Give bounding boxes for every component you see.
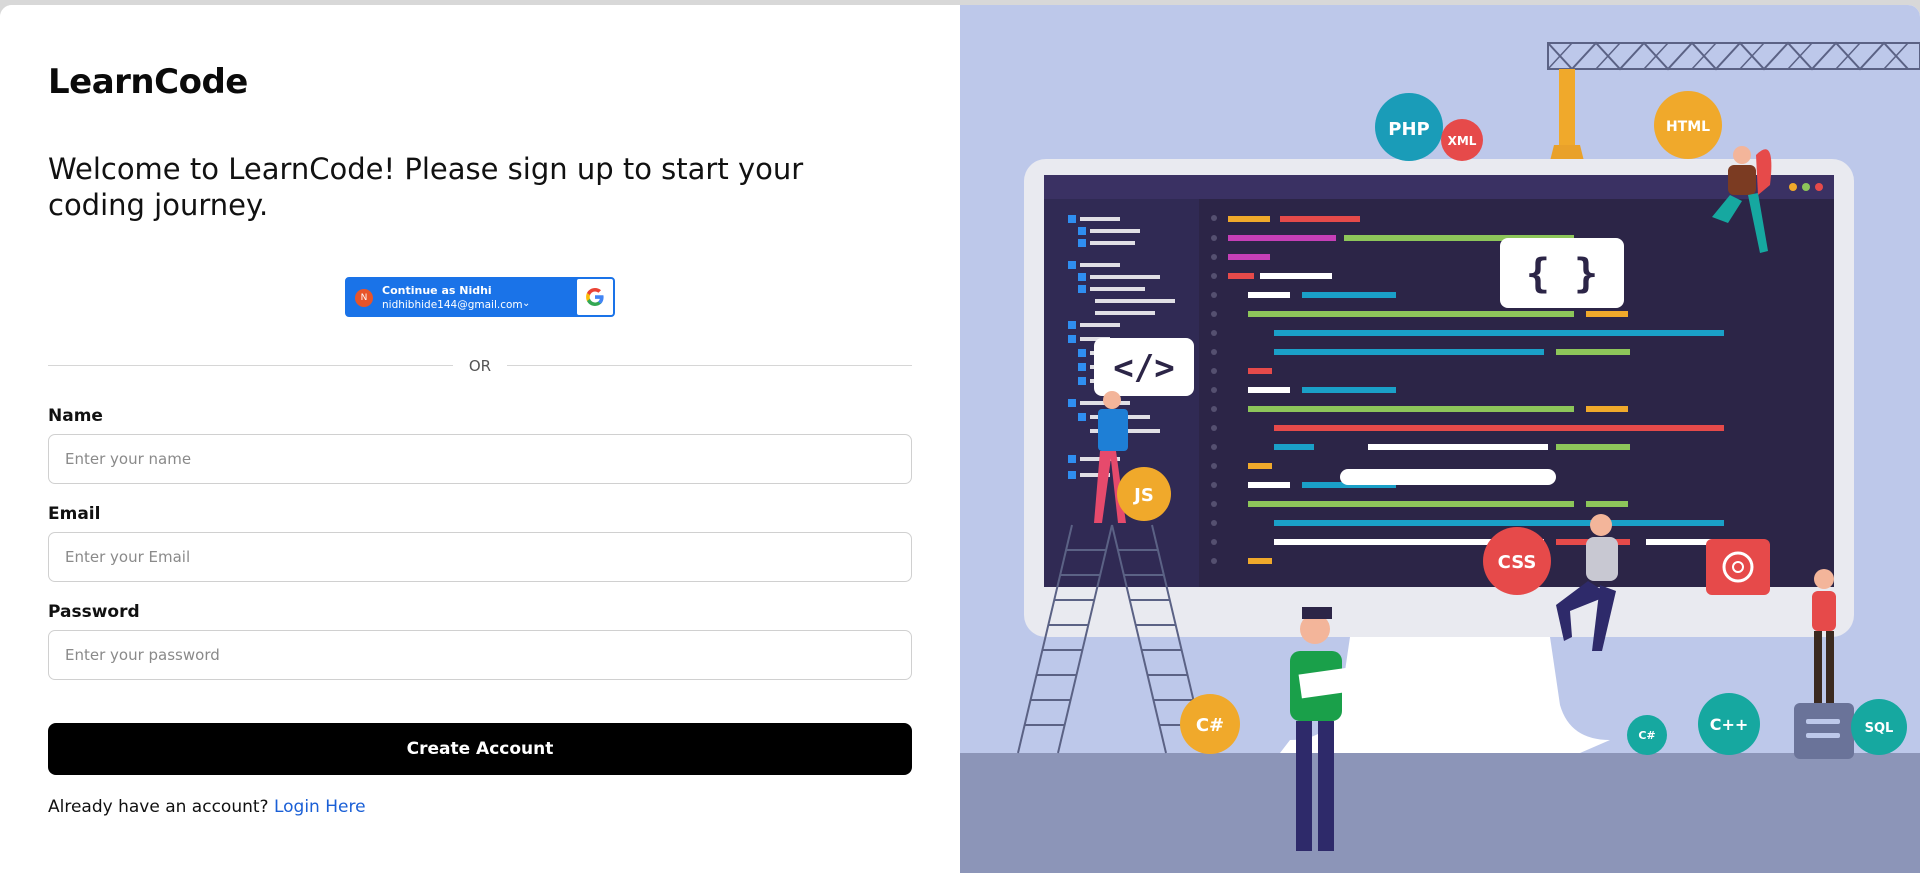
login-prompt: Already have an account? Login Here: [48, 797, 366, 817]
or-label: OR: [468, 357, 492, 375]
code-tag-label: </>: [1113, 348, 1174, 388]
password-label: Password: [48, 602, 140, 622]
badge-csharp-small: C#: [1638, 729, 1655, 742]
create-account-button[interactable]: Create Account: [48, 723, 912, 775]
badge-html: HTML: [1666, 119, 1710, 135]
google-logo-icon: [577, 279, 613, 315]
avatar: N: [355, 289, 373, 307]
or-divider: OR: [48, 356, 912, 376]
app-window: LearnCode Welcome to LearnCode! Please s…: [0, 5, 1920, 873]
page-title: Welcome to LearnCode! Please sign up to …: [48, 152, 804, 222]
badge-js: JS: [1132, 485, 1154, 506]
badge-sql: SQL: [1865, 721, 1894, 736]
illustration-panel: { } </> PHP XML HTML JS CSS C# C# C++ SQ…: [960, 5, 1920, 873]
email-label: Email: [48, 504, 101, 524]
password-input[interactable]: [48, 630, 912, 680]
badge-xml: XML: [1448, 134, 1477, 148]
badge-csharp: C#: [1196, 715, 1224, 736]
coding-illustration: { } </> PHP XML HTML JS CSS C# C# C++ SQ…: [960, 41, 1920, 873]
google-account-name: Continue as Nidhi: [382, 284, 492, 297]
chevron-down-icon: ⌄: [522, 298, 531, 309]
divider-line-right: [507, 365, 912, 366]
google-signin-button[interactable]: N Continue as Nidhi nidhibhide144@gmail.…: [345, 277, 615, 317]
braces-card-label: { }: [1526, 251, 1598, 297]
badge-php: PHP: [1388, 119, 1429, 140]
name-input[interactable]: [48, 434, 912, 484]
signup-panel: LearnCode Welcome to LearnCode! Please s…: [0, 5, 960, 873]
badge-css: CSS: [1498, 552, 1537, 573]
email-input[interactable]: [48, 532, 912, 582]
brand-logo: LearnCode: [48, 62, 248, 102]
google-account-email: nidhibhide144@gmail.com: [382, 299, 523, 311]
badge-cpp: C++: [1710, 715, 1749, 734]
login-prompt-text: Already have an account?: [48, 797, 269, 817]
name-label: Name: [48, 406, 103, 426]
login-link[interactable]: Login Here: [274, 797, 366, 817]
